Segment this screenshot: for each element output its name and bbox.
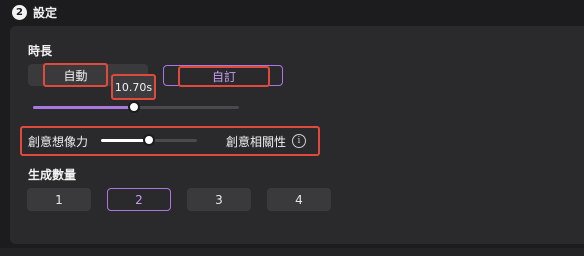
creativity-slider-fill: [101, 139, 149, 142]
section-title: 設定: [33, 5, 58, 20]
count-option-2[interactable]: 2: [107, 188, 171, 211]
count-label: 生成數量: [28, 168, 77, 182]
info-icon[interactable]: i: [292, 134, 306, 148]
creativity-left-label: 創意想像力: [28, 135, 89, 149]
creativity-right-label: 創意相關性: [226, 135, 287, 149]
duration-tab-custom-label[interactable]: 自訂: [178, 66, 270, 87]
section-header: 2 設定: [0, 0, 584, 24]
panel-bottom-strip: [0, 248, 584, 256]
count-option-4[interactable]: 4: [267, 188, 331, 211]
count-option-3[interactable]: 3: [187, 188, 251, 211]
count-option-1[interactable]: 1: [27, 188, 91, 211]
duration-slider-thumb[interactable]: [127, 101, 140, 113]
duration-tab-auto-label[interactable]: 自動: [43, 63, 108, 87]
creativity-slider-thumb[interactable]: [143, 134, 155, 146]
step-number-badge: 2: [12, 4, 27, 20]
duration-value-tooltip: 10.70s: [111, 74, 156, 100]
duration-slider-fill: [33, 106, 134, 109]
duration-label: 時長: [28, 44, 53, 58]
